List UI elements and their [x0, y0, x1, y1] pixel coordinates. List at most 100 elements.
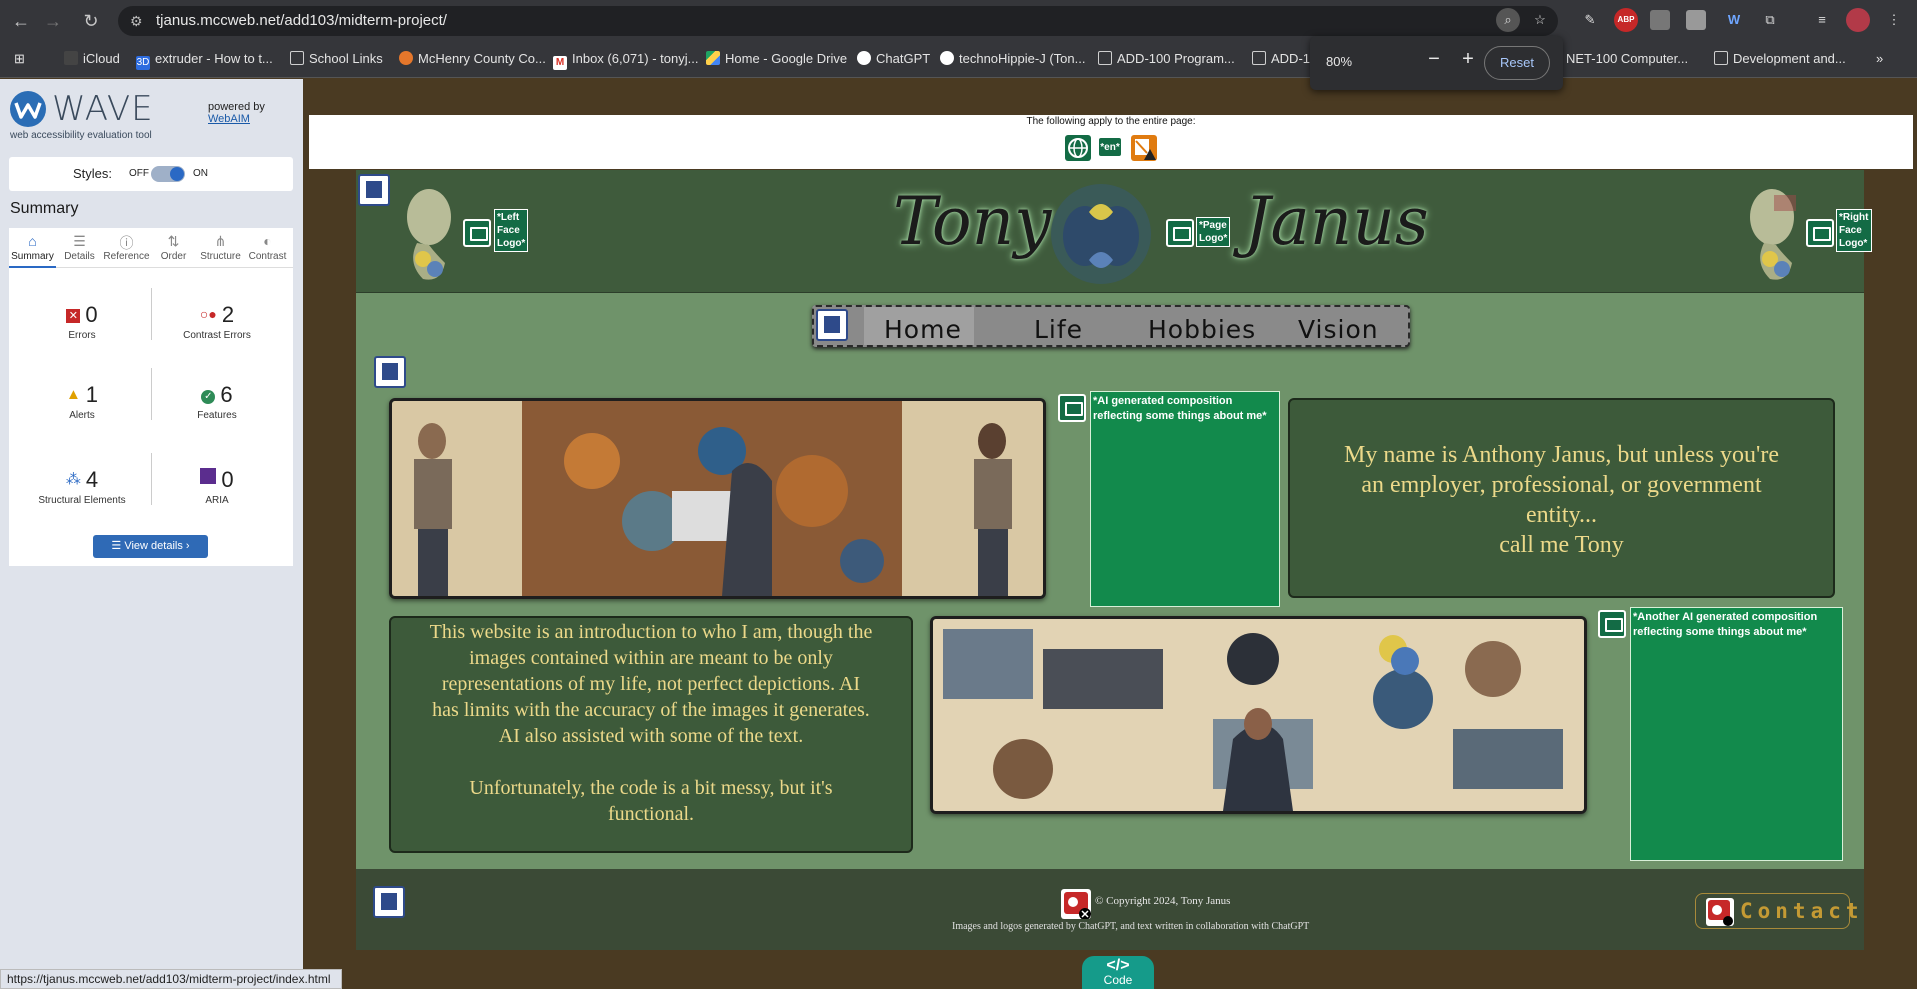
lang-badge[interactable]: *en* [1098, 137, 1122, 157]
bookmark-extruder[interactable]: 3D extruder - How to t... [136, 48, 273, 70]
main-landmark-icon[interactable] [374, 356, 406, 388]
wave-logo-icon [8, 89, 56, 129]
last-name-title: Janus [1244, 183, 1429, 260]
header-landmark-icon[interactable] [358, 174, 390, 206]
styles-toggle-box: Styles: OFF ON [9, 157, 293, 191]
img2-alt-text: *Another AI generated composition reflec… [1630, 607, 1843, 861]
bookmark-google-drive[interactable]: Home - Google Drive [706, 48, 847, 70]
image-alt-icon[interactable] [1058, 394, 1086, 422]
nav-vision[interactable]: Vision [1298, 315, 1379, 344]
contrast-error-icon[interactable] [1061, 889, 1091, 920]
nav-home[interactable]: Home [884, 315, 962, 344]
puzzle-icon[interactable]: ⧉ [1758, 8, 1782, 32]
right-face-alt: *Right Face Logo* [1836, 209, 1872, 252]
bookmark-chatgpt[interactable]: ChatGPT [857, 48, 930, 70]
copyright-text: © Copyright 2024, Tony Janus [1095, 895, 1231, 907]
bookmark-mchenry[interactable]: McHenry County Co... [399, 48, 546, 70]
structure-icon: ⁂ [65, 471, 81, 488]
applies-text: The following apply to the entire page: [1026, 116, 1196, 127]
bookmark-school-links[interactable]: School Links [290, 48, 383, 70]
stat-errors[interactable]: ✕ 0 Errors [17, 302, 147, 341]
language-globe-icon[interactable] [1065, 135, 1091, 161]
list-icon: ☰ [73, 233, 86, 249]
tab-summary[interactable]: ⌂ Summary [9, 228, 56, 268]
tabindex-alert-icon[interactable] [1131, 135, 1157, 161]
bookmark-icloud[interactable]: iCloud [64, 48, 120, 70]
tab-details[interactable]: ☰ Details [56, 228, 103, 268]
zoom-icon[interactable]: ⌕ [1496, 8, 1520, 32]
code-icon: </> [1106, 957, 1130, 974]
home-icon: ⌂ [28, 233, 37, 249]
wave-extension-icon[interactable]: W [1722, 8, 1746, 32]
bookmark-add100[interactable]: ADD-100 Program... [1098, 48, 1235, 70]
webaim-link[interactable]: WebAIM [208, 113, 250, 125]
extension-icon[interactable] [1650, 10, 1670, 30]
styles-toggle[interactable] [151, 166, 185, 182]
stat-structural[interactable]: ⁂ 4 Structural Elements [17, 467, 147, 506]
ai-collage-image-2 [930, 616, 1587, 814]
stat-aria[interactable]: 0 ARIA [152, 467, 282, 506]
wave-title: WAVE [52, 89, 154, 129]
url-text: tjanus.mccweb.net/add103/midterm-project… [156, 12, 447, 29]
feature-icon: ✓ [201, 390, 216, 404]
code-button[interactable]: </> Code [1082, 956, 1154, 989]
reload-icon[interactable]: ↻ [78, 8, 104, 34]
summary-heading: Summary [10, 200, 79, 217]
page-logo [1049, 182, 1154, 287]
contrast-error-icon [1706, 898, 1734, 926]
tab-structure[interactable]: ⋔ Structure [197, 228, 244, 268]
nav-life[interactable]: Life [1034, 315, 1083, 344]
forward-icon[interactable]: → [40, 8, 66, 34]
stat-contrast-errors[interactable]: ○● 2 Contrast Errors [152, 302, 282, 341]
intro-text: My name is Anthony Janus, but unless you… [1344, 442, 1779, 528]
bookmark-inbox[interactable]: M Inbox (6,071) - tonyj... [553, 48, 698, 70]
aria-icon [200, 468, 217, 484]
contact-button[interactable]: Contact [1695, 893, 1859, 929]
info-icon: ⓘ [119, 235, 134, 251]
left-face-alt: *Left Face Logo* [494, 209, 528, 252]
status-bar-url: https://tjanus.mccweb.net/add103/midterm… [0, 969, 342, 989]
bookmark-add1[interactable]: ADD-1 [1252, 48, 1310, 70]
bookmark-star-icon[interactable]: ☆ [1528, 8, 1552, 32]
nav-hobbies[interactable]: Hobbies [1148, 315, 1256, 344]
image-alt-icon[interactable] [463, 219, 491, 247]
bookmark-github[interactable]: technoHippie-J (Ton... [940, 48, 1085, 70]
zoom-out-button[interactable]: − [1422, 48, 1446, 71]
footer-landmark-icon[interactable] [373, 886, 405, 918]
k-extension-icon[interactable] [1686, 10, 1706, 30]
zoom-reset-button[interactable]: Reset [1484, 46, 1550, 80]
stat-alerts[interactable]: ▲ 1 Alerts [17, 382, 147, 421]
apps-grid-icon[interactable]: ⊞ [14, 48, 25, 70]
address-bar[interactable]: ⚙ tjanus.mccweb.net/add103/midterm-proje… [118, 6, 1558, 36]
right-face-logo [1742, 183, 1806, 287]
menu-dots-icon[interactable]: ⋮ [1882, 8, 1906, 32]
tab-order[interactable]: ⇅ Order [150, 228, 197, 268]
view-details-button[interactable]: ☰ View details › [93, 535, 208, 558]
eyedropper-icon[interactable]: ✎ [1578, 8, 1602, 32]
main-nav: Home Life Hobbies Vision [812, 305, 1410, 347]
ai-collage-image-1 [389, 398, 1046, 599]
bookmark-development[interactable]: Development and... [1714, 48, 1846, 70]
bookmarks-overflow-icon[interactable]: » [1876, 48, 1883, 70]
image-alt-icon[interactable] [1166, 219, 1194, 247]
image-alt-icon[interactable] [1806, 219, 1834, 247]
site-info-icon[interactable]: ⚙ [130, 6, 143, 36]
bookmark-net100[interactable]: NET-100 Computer... [1566, 48, 1688, 70]
zoom-popup: 80% − + Reset [1310, 36, 1563, 90]
styles-label: Styles: [73, 166, 113, 181]
wave-tabs: ⌂ Summary ☰ Details ⓘ Reference ⇅ Order ⋔ Str… [9, 228, 293, 268]
image-alt-icon[interactable] [1598, 610, 1626, 638]
profile-avatar[interactable] [1846, 8, 1870, 32]
first-name-title: Tony [893, 183, 1052, 260]
tab-contrast[interactable]: ◐ Contrast [244, 228, 291, 268]
stat-features[interactable]: ✓ 6 Features [152, 382, 282, 421]
media-icon[interactable]: ≡ [1810, 8, 1834, 32]
wave-subtitle: web accessibility evaluation tool [10, 130, 152, 141]
adblock-icon[interactable]: ABP [1614, 8, 1638, 32]
zoom-in-button[interactable]: + [1456, 48, 1480, 71]
nav-landmark-icon[interactable] [816, 309, 848, 341]
back-icon[interactable]: ← [8, 8, 34, 34]
tab-reference[interactable]: ⓘ Reference [103, 228, 150, 268]
page-logo-alt: *Page Logo* [1196, 217, 1230, 247]
alert-icon: ▲ [65, 386, 81, 403]
